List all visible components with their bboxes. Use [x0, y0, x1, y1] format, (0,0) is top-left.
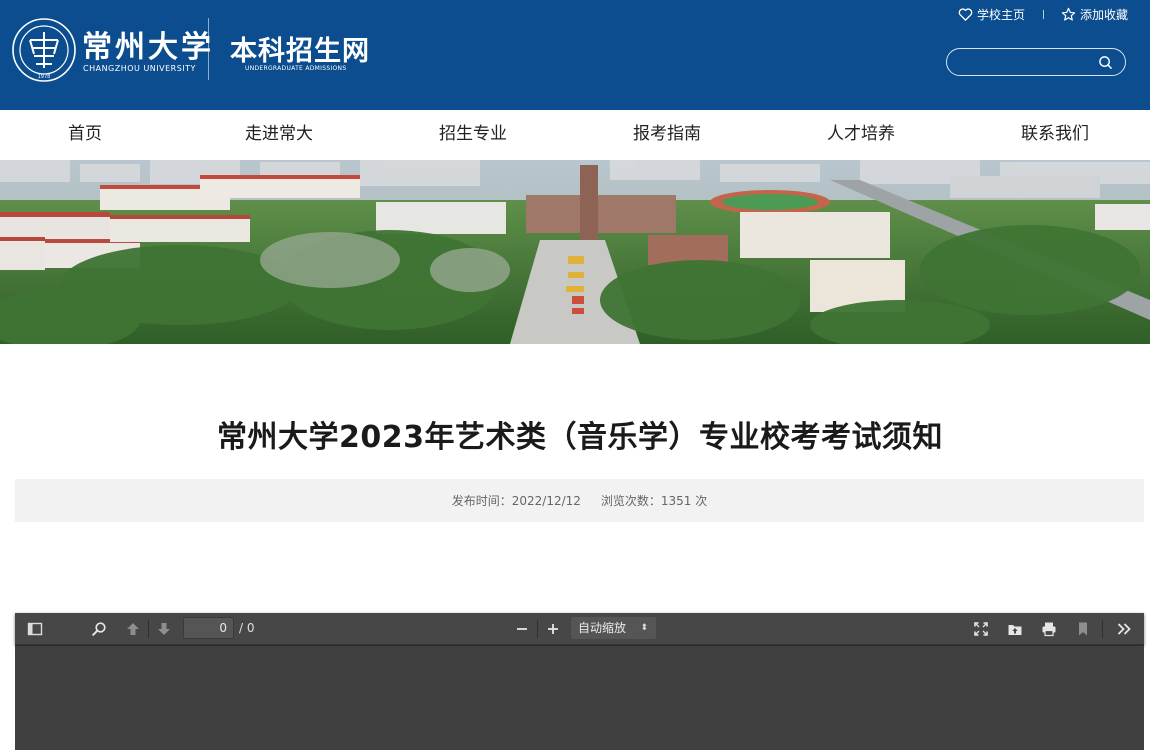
site-title[interactable]: 本科招生网: [230, 29, 370, 68]
chevron-updown-icon: ⬍: [640, 623, 648, 633]
nav-item-guide[interactable]: 报考指南: [633, 110, 701, 160]
arrow-up-icon: [127, 623, 139, 635]
nav-item-about[interactable]: 走进常大: [245, 110, 313, 160]
nav-item-training[interactable]: 人才培养: [827, 110, 895, 160]
campus-aerial-illustration: [0, 160, 1150, 344]
minus-icon: [517, 628, 527, 630]
logo-divider: [208, 18, 209, 80]
search-input[interactable]: [959, 53, 1089, 71]
search-box: [946, 48, 1126, 76]
star-icon: [1061, 7, 1076, 21]
nav-item-contact[interactable]: 联系我们: [1021, 110, 1089, 160]
campus-banner-image: [0, 160, 1150, 344]
school-home-link[interactable]: 学校主页: [958, 6, 1025, 23]
page-count: / 0: [239, 621, 255, 635]
site-subtitle: UNDERGRADUATE ADMISSIONS: [245, 65, 347, 72]
publish-time: 发布时间：2022/12/12: [451, 494, 581, 508]
toolbar-separator: [1102, 620, 1103, 638]
emblem-year: 1978: [38, 74, 51, 80]
sidebar-toggle-button[interactable]: [25, 619, 45, 639]
nav-item-majors[interactable]: 招生专业: [439, 110, 507, 160]
pdf-document-area[interactable]: [15, 646, 1144, 750]
toolbar-separator: [148, 620, 149, 638]
add-favorite-label: 添加收藏: [1079, 8, 1128, 22]
top-links-divider: [1042, 10, 1044, 19]
bookmark-button[interactable]: [1073, 619, 1093, 639]
article-meta-bar: 发布时间：2022/12/12 浏览次数：1351 次: [15, 479, 1144, 522]
school-home-label: 学校主页: [976, 8, 1025, 22]
zoom-in-button[interactable]: [543, 619, 563, 639]
pdf-toolbar: / 0 自动缩放 ⬍: [15, 613, 1144, 645]
plus-icon: [548, 624, 558, 634]
open-folder-icon: [1008, 625, 1022, 635]
open-file-button[interactable]: [1005, 619, 1025, 639]
print-icon: [1042, 622, 1056, 637]
presentation-mode-button[interactable]: [971, 619, 991, 639]
zoom-select[interactable]: 自动缩放 ⬍: [571, 617, 656, 639]
toolbar-separator: [537, 620, 538, 638]
arrow-down-icon: [158, 623, 170, 635]
top-links: 学校主页 添加收藏: [958, 6, 1128, 23]
pdf-viewer: / 0 自动缩放 ⬍: [15, 613, 1144, 750]
find-button[interactable]: [89, 619, 109, 639]
previous-page-button[interactable]: [123, 619, 143, 639]
next-page-button[interactable]: [154, 619, 174, 639]
search-icon[interactable]: [1098, 55, 1113, 70]
university-name-en: CHANGZHOU UNIVERSITY: [83, 64, 196, 73]
heart-icon: [958, 8, 973, 21]
tools-menu-button[interactable]: [1114, 619, 1134, 639]
print-button[interactable]: [1039, 619, 1059, 639]
site-header: 1978 常州大学 CHANGZHOU UNIVERSITY 本科招生网 UND…: [0, 0, 1150, 110]
add-favorite-link[interactable]: 添加收藏: [1061, 6, 1128, 23]
double-chevron-right-icon: [1117, 623, 1131, 635]
bookmark-icon: [1079, 622, 1087, 636]
fullscreen-icon: [974, 622, 988, 636]
zoom-out-button[interactable]: [512, 619, 532, 639]
zoom-select-value: 自动缩放: [578, 621, 627, 635]
search-icon: [92, 622, 106, 636]
sidebar-toggle-icon: [27, 622, 43, 636]
page-number-input[interactable]: [183, 617, 234, 639]
nav-item-home[interactable]: 首页: [68, 110, 102, 160]
main-nav: 首页 走进常大 招生专业 报考指南 人才培养 联系我们: [0, 110, 1150, 160]
view-count: 浏览次数：1351 次: [600, 494, 708, 508]
university-emblem-icon[interactable]: 1978: [12, 18, 76, 82]
university-name-cn[interactable]: 常州大学: [82, 22, 214, 66]
article-title: 常州大学2023年艺术类（音乐学）专业校考考试须知: [217, 420, 943, 455]
